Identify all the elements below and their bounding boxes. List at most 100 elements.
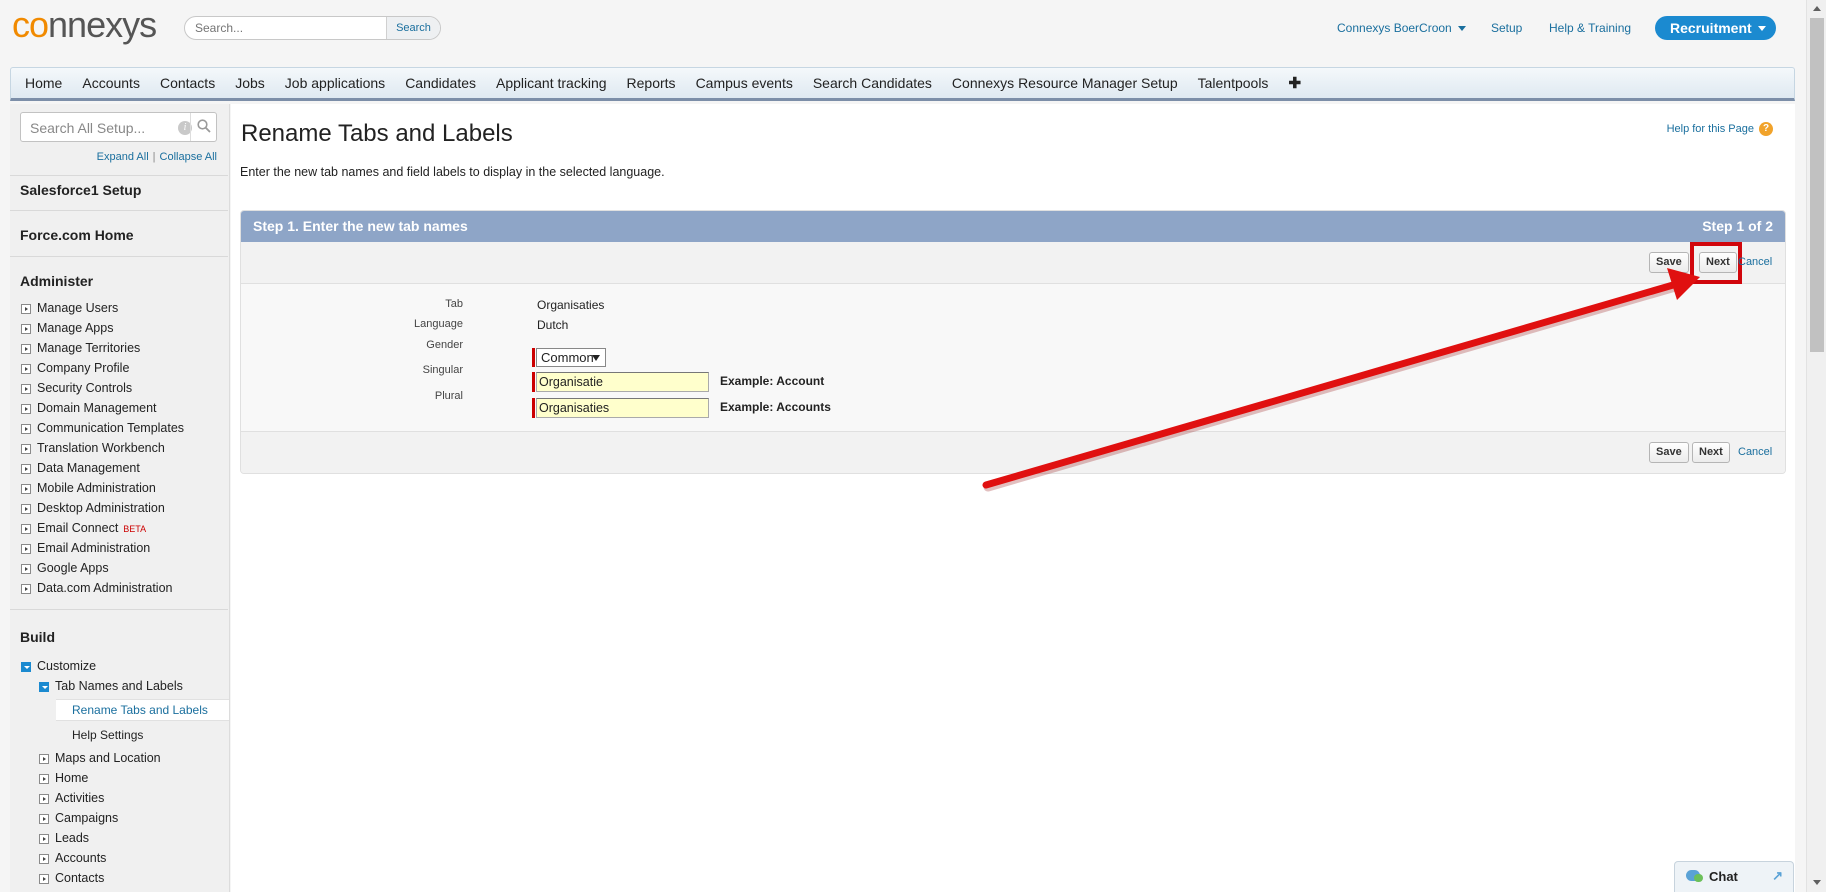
logo-prefix: co — [12, 4, 49, 45]
sidebar-item-activities[interactable]: Activities — [55, 791, 104, 805]
sidebar-item-data-management[interactable]: Data Management — [37, 461, 140, 475]
sidebar-item-company-profile[interactable]: Company Profile — [37, 361, 129, 375]
sidebar-item-email-administration[interactable]: Email Administration — [37, 541, 150, 555]
all-tabs-plus-icon[interactable]: ✚ — [1288, 74, 1301, 92]
sidebar-item-accounts[interactable]: Accounts — [55, 851, 106, 865]
next-button[interactable]: Next — [1692, 442, 1730, 463]
tab-resource-manager-setup[interactable]: Connexys Resource Manager Setup — [952, 75, 1178, 91]
expand-icon[interactable] — [21, 324, 31, 334]
tab-label: Tab — [445, 298, 463, 310]
expand-icon[interactable] — [21, 344, 31, 354]
cancel-link[interactable]: Cancel — [1738, 256, 1772, 268]
sidebar-item-mobile-administration[interactable]: Mobile Administration — [37, 481, 156, 495]
sidebar-item-email-connect[interactable]: Email Connect BETA — [37, 521, 146, 535]
help-for-page-link[interactable]: Help for this Page? — [1667, 122, 1773, 136]
user-menu[interactable]: Connexys BoerCroon — [1337, 21, 1466, 35]
collapse-icon[interactable] — [39, 682, 49, 692]
forcecom-home-link[interactable]: Force.com Home — [10, 227, 229, 243]
tab-search-candidates[interactable]: Search Candidates — [813, 75, 932, 91]
expand-icon[interactable] — [21, 484, 31, 494]
help-icon[interactable]: ? — [1759, 122, 1773, 136]
expand-icon[interactable] — [21, 444, 31, 454]
global-search-input[interactable] — [185, 17, 385, 39]
setup-search[interactable]: Search All Setup... i — [20, 112, 217, 142]
collapse-all-link[interactable]: Collapse All — [160, 151, 217, 163]
sidebar-item-contacts[interactable]: Contacts — [55, 871, 104, 885]
sidebar-item-translation-workbench[interactable]: Translation Workbench — [37, 441, 165, 455]
expand-icon[interactable] — [21, 524, 31, 534]
sidebar-item-datacom-administration[interactable]: Data.com Administration — [37, 581, 172, 595]
app-menu-button[interactable]: Recruitment — [1655, 16, 1776, 40]
tab-candidates[interactable]: Candidates — [405, 75, 476, 91]
page-scrollbar[interactable] — [1806, 0, 1826, 892]
popout-icon[interactable]: ↗ — [1772, 868, 1783, 884]
expand-icon[interactable] — [21, 544, 31, 554]
sidebar-item-communication-templates[interactable]: Communication Templates — [37, 421, 184, 435]
expand-icon[interactable] — [21, 504, 31, 514]
salesforce1-setup-link[interactable]: Salesforce1 Setup — [10, 182, 229, 198]
expand-icon[interactable] — [39, 814, 49, 824]
expand-icon[interactable] — [21, 424, 31, 434]
sidebar-item-manage-territories[interactable]: Manage Territories — [37, 341, 140, 355]
expand-icon[interactable] — [21, 304, 31, 314]
expand-icon[interactable] — [39, 794, 49, 804]
expand-icon[interactable] — [39, 774, 49, 784]
sidebar-item-google-apps[interactable]: Google Apps — [37, 561, 109, 575]
sidebar-item-domain-management[interactable]: Domain Management — [37, 401, 157, 415]
sidebar-item-help-settings[interactable]: Help Settings — [72, 728, 143, 742]
expand-icon[interactable] — [21, 364, 31, 374]
sidebar-item-home[interactable]: Home — [55, 771, 88, 785]
tab-contacts[interactable]: Contacts — [160, 75, 215, 91]
header: connexys Search Connexys BoerCroon Setup… — [0, 0, 1806, 64]
sidebar-item-tab-names-labels[interactable]: Tab Names and Labels — [55, 679, 183, 693]
tab-job-applications[interactable]: Job applications — [285, 75, 385, 91]
expand-icon[interactable] — [39, 874, 49, 884]
global-search-button[interactable]: Search — [386, 17, 440, 39]
tab-campus-events[interactable]: Campus events — [696, 75, 793, 91]
save-button[interactable]: Save — [1649, 442, 1689, 463]
sidebar-item-security-controls[interactable]: Security Controls — [37, 381, 132, 395]
sidebar-item-maps-location[interactable]: Maps and Location — [55, 751, 161, 765]
expand-icon[interactable] — [21, 564, 31, 574]
tab-applicant-tracking[interactable]: Applicant tracking — [496, 75, 607, 91]
expand-icon[interactable] — [21, 464, 31, 474]
expand-icon[interactable] — [39, 854, 49, 864]
tab-reports[interactable]: Reports — [627, 75, 676, 91]
save-button[interactable]: Save — [1649, 252, 1689, 273]
expand-all-link[interactable]: Expand All — [97, 151, 149, 163]
plural-example: Example: Accounts — [720, 400, 831, 414]
chat-widget[interactable]: Chat ↗ — [1674, 861, 1794, 892]
sidebar-item-manage-apps[interactable]: Manage Apps — [37, 321, 113, 335]
scroll-up-icon[interactable] — [1813, 6, 1821, 11]
expand-icon[interactable] — [39, 834, 49, 844]
help-training-link[interactable]: Help & Training — [1549, 21, 1631, 35]
sidebar-item-rename-tabs-labels[interactable]: Rename Tabs and Labels — [56, 699, 229, 721]
expand-icon[interactable] — [21, 584, 31, 594]
sidebar-item-customize[interactable]: Customize — [37, 659, 96, 673]
expand-icon[interactable] — [21, 384, 31, 394]
sidebar-item-manage-users[interactable]: Manage Users — [37, 301, 118, 315]
setup-link[interactable]: Setup — [1491, 21, 1522, 35]
singular-input[interactable]: Organisatie — [536, 372, 709, 392]
cancel-link[interactable]: Cancel — [1738, 446, 1772, 458]
tab-talentpools[interactable]: Talentpools — [1198, 75, 1269, 91]
singular-label: Singular — [422, 364, 463, 376]
chevron-down-icon — [1457, 26, 1466, 32]
gender-select[interactable]: Common — [536, 348, 606, 367]
tab-jobs[interactable]: Jobs — [235, 75, 265, 91]
next-button[interactable]: Next — [1699, 252, 1737, 273]
tab-home[interactable]: Home — [25, 75, 62, 91]
search-icon[interactable] — [190, 113, 216, 141]
tab-accounts[interactable]: Accounts — [82, 75, 140, 91]
sidebar-item-desktop-administration[interactable]: Desktop Administration — [37, 501, 165, 515]
chevron-down-icon — [592, 355, 600, 361]
sidebar-item-campaigns[interactable]: Campaigns — [55, 811, 118, 825]
sidebar-item-leads[interactable]: Leads — [55, 831, 89, 845]
connexys-logo[interactable]: connexys — [12, 4, 157, 46]
expand-icon[interactable] — [21, 404, 31, 414]
scroll-down-icon[interactable] — [1813, 880, 1821, 885]
expand-icon[interactable] — [39, 754, 49, 764]
plural-input[interactable]: Organisaties — [536, 398, 709, 418]
scrollbar-thumb[interactable] — [1810, 18, 1824, 352]
collapse-icon[interactable] — [21, 662, 31, 672]
